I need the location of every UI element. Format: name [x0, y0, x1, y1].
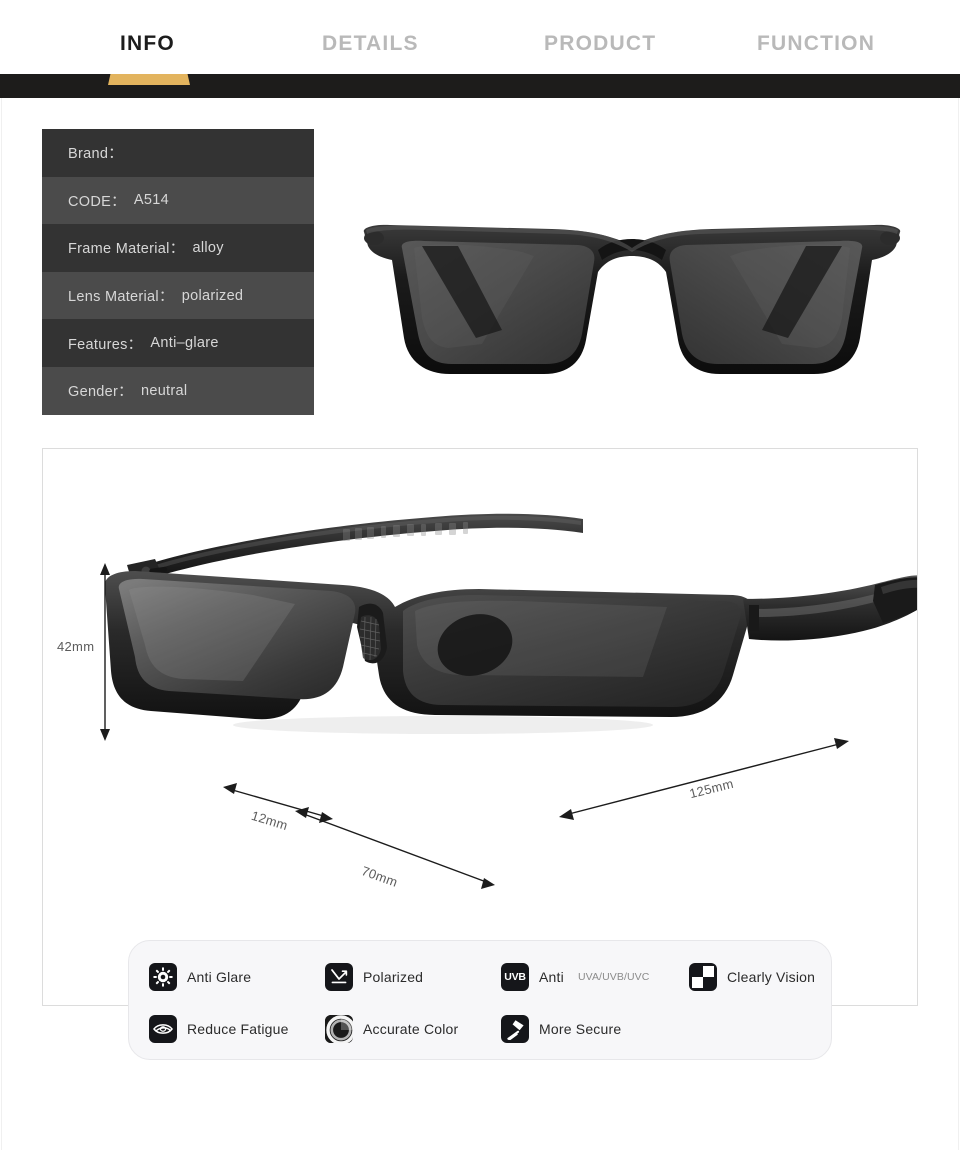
feature-label-clearly-vision: Clearly Vision — [727, 969, 816, 985]
spec-value-frame-material: alloy — [192, 239, 224, 256]
spec-row-lens-material: Lens Material： polarized — [42, 271, 314, 320]
spec-row-gender: Gender： neutral — [42, 366, 314, 415]
spec-row-features: Features： Anti–glare — [42, 319, 314, 367]
spec-label-frame-material: Frame Material： — [68, 241, 185, 258]
checkerboard-icon — [689, 963, 717, 991]
feature-label-accurate-color: Accurate Color — [363, 1021, 459, 1037]
tab-product[interactable]: PRODUCT — [544, 32, 656, 56]
tab-function[interactable]: FUNCTION — [757, 32, 875, 56]
spec-value-features: Anti–glare — [150, 335, 219, 352]
specification-table: Brand： CODE： A514 Frame Material： alloy … — [42, 129, 314, 415]
uvb-badge-icon: UVB — [501, 963, 529, 991]
feature-clearly-vision: Clearly Vision — [689, 963, 815, 991]
spec-row-code: CODE： A514 — [42, 176, 314, 225]
dimension-label-lens-height: 42mm — [57, 639, 95, 654]
feature-label-more-secure: More Secure — [539, 1021, 622, 1037]
page-edge-right — [958, 0, 959, 1150]
spec-row-frame-material: Frame Material： alloy — [42, 224, 314, 272]
sun-icon — [149, 963, 177, 991]
spec-label-brand: Brand： — [68, 146, 123, 163]
tab-bar: INFO DETAILS PRODUCT FUNCTION — [0, 0, 960, 74]
sunglasses-angled-view — [104, 513, 917, 734]
feature-label-anti-uv: Anti — [539, 969, 564, 985]
hammer-icon — [501, 1015, 529, 1043]
feature-polarized: Polarized — [325, 963, 423, 991]
polarized-icon — [325, 963, 353, 991]
color-wheel-icon — [325, 1015, 353, 1043]
tab-details[interactable]: DETAILS — [322, 32, 419, 56]
sunglasses-front-view-image — [352, 198, 912, 403]
spec-label-code: CODE： — [68, 193, 126, 210]
spec-value-code: A514 — [133, 192, 169, 209]
spec-label-features: Features： — [68, 336, 143, 353]
dimension-diagram-panel: 42mm 12mm 70mm 125mm — [42, 448, 918, 1006]
feature-accurate-color: Accurate Color — [325, 1015, 458, 1043]
active-tab-indicator — [108, 74, 190, 85]
feature-label-anti-glare: Anti Glare — [187, 969, 252, 985]
eye-icon — [149, 1015, 177, 1043]
feature-highlights-panel: Anti Glare Polarized UVB Anti UVA/UVB/UV… — [128, 940, 832, 1060]
feature-anti-uv: UVB Anti UVA/UVB/UVC — [501, 963, 649, 991]
feature-reduce-fatigue: Reduce Fatigue — [149, 1015, 289, 1043]
feature-label-reduce-fatigue: Reduce Fatigue — [187, 1021, 289, 1037]
feature-more-secure: More Secure — [501, 1015, 621, 1043]
feature-sublabel-uv-types: UVA/UVB/UVC — [577, 971, 650, 983]
spec-value-gender: neutral — [140, 382, 188, 399]
product-info-page: INFO DETAILS PRODUCT FUNCTION Brand： COD… — [0, 0, 960, 1150]
spec-label-lens-material: Lens Material： — [68, 289, 174, 306]
page-edge-left — [1, 0, 2, 1150]
feature-anti-glare: Anti Glare — [149, 963, 251, 991]
spec-value-lens-material: polarized — [181, 287, 244, 304]
spec-label-gender: Gender： — [68, 384, 133, 401]
feature-label-polarized: Polarized — [363, 969, 424, 985]
spec-row-brand: Brand： — [42, 129, 314, 177]
tab-info[interactable]: INFO — [120, 32, 175, 56]
